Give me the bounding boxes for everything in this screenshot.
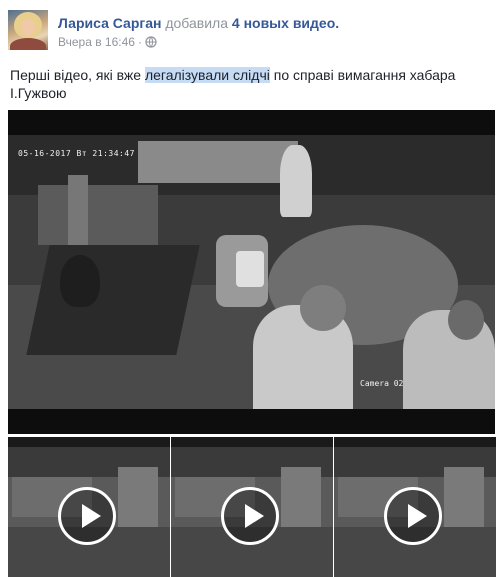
main-video-player[interactable]: 05-16-2017 Вт 21:34:47 Camera 02 <box>8 110 495 434</box>
globe-icon[interactable] <box>145 36 157 52</box>
video-thumbnail-2[interactable] <box>171 437 333 577</box>
video-thumbnail-1[interactable] <box>8 437 170 577</box>
post-text-highlight: легалізували слідчі <box>144 67 270 83</box>
cctv-camera-label: Camera 02 <box>360 379 404 388</box>
author-avatar[interactable] <box>8 10 48 50</box>
meta-separator: · <box>137 35 142 49</box>
cctv-timestamp-overlay: 05-16-2017 Вт 21:34:47 <box>18 149 135 158</box>
videos-link[interactable]: 4 новых видео. <box>232 15 339 31</box>
action-verb: добавила <box>165 15 228 31</box>
play-icon[interactable] <box>58 487 116 545</box>
post-meta: Вчера в 16:46 · <box>58 34 157 52</box>
post-headline: Лариса Сарган добавила 4 новых видео. <box>58 14 339 32</box>
cctv-frame: 05-16-2017 Вт 21:34:47 Camera 02 <box>8 135 495 409</box>
play-icon[interactable] <box>221 487 279 545</box>
video-thumbnail-3[interactable] <box>334 437 496 577</box>
post-text-start: Перші відео, які вже <box>10 67 145 83</box>
play-icon[interactable] <box>384 487 442 545</box>
post-timestamp-link[interactable]: Вчера в 16:46 <box>58 35 135 49</box>
post-message: Перші відео, які вже легалізували слідчі… <box>10 66 490 102</box>
author-name-link[interactable]: Лариса Сарган <box>58 15 161 31</box>
facebook-post: Лариса Сарган добавила 4 новых видео. Вч… <box>0 0 499 577</box>
